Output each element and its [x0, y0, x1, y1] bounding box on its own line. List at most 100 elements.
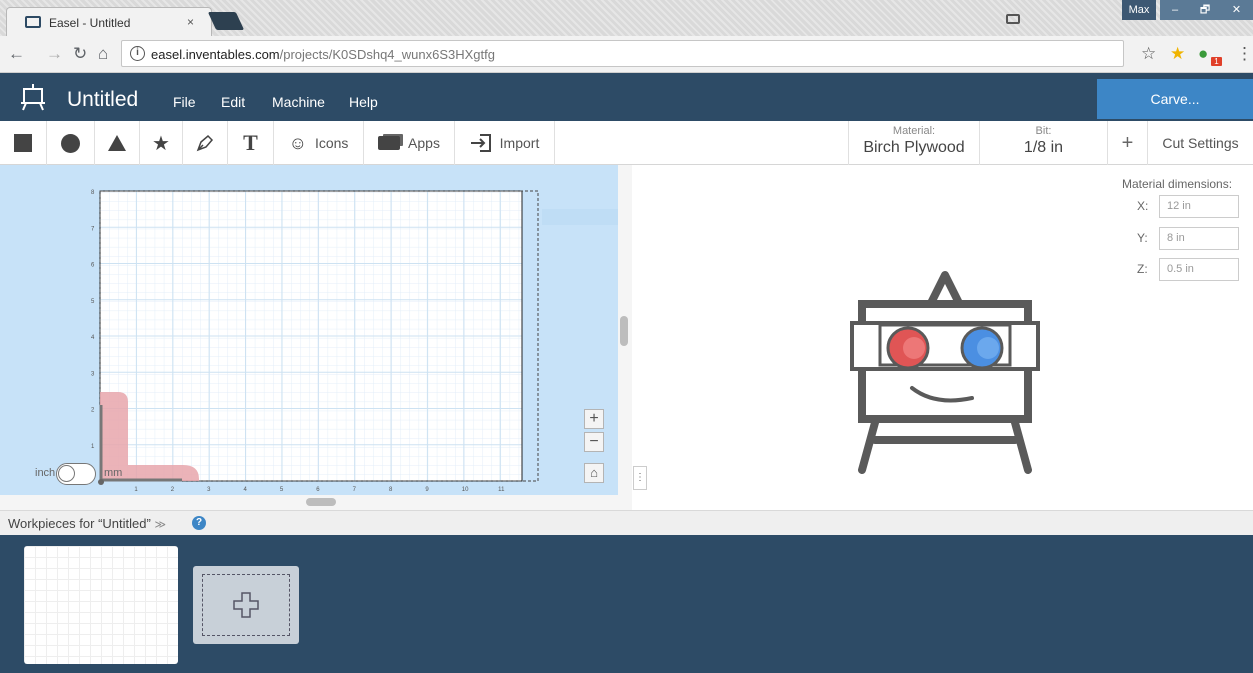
dimension-x-label: X:: [1137, 199, 1149, 213]
extension-star-icon[interactable]: ★: [1170, 44, 1185, 64]
window-user-label[interactable]: Max: [1122, 0, 1156, 20]
zoom-out-button[interactable]: −: [584, 432, 604, 452]
icons-tool[interactable]: ☺ Icons: [274, 121, 364, 165]
address-bar[interactable]: i easel.inventables.com/projects/K0SDshq…: [121, 40, 1124, 67]
x-tick-label: 6: [316, 487, 320, 493]
x-tick-label: 11: [498, 487, 505, 493]
bit-value: 1/8 in: [1023, 139, 1064, 156]
y-tick-label: 8: [91, 190, 95, 196]
circle-tool[interactable]: [47, 121, 95, 165]
home-icon[interactable]: ⌂: [98, 44, 108, 64]
home-view-button[interactable]: ⌂: [584, 463, 604, 483]
brick-icon: [378, 136, 401, 150]
browser-menu-icon[interactable]: ⋮: [1236, 44, 1253, 64]
unit-toggle-knob: [58, 465, 75, 482]
bookmark-star-icon[interactable]: ☆: [1141, 44, 1156, 64]
x-tick-label: 9: [425, 487, 429, 493]
x-tick-label: 10: [462, 487, 469, 493]
pen-icon: [196, 134, 214, 152]
cut-settings-button[interactable]: Cut Settings: [1147, 121, 1253, 165]
add-workpiece-button[interactable]: [193, 566, 299, 644]
easel-mascot-illustration: [850, 271, 1040, 474]
extension-icon[interactable]: ●: [1198, 44, 1208, 64]
y-tick-label: 3: [91, 371, 95, 377]
square-icon: [14, 134, 32, 152]
material-label: Material:: [892, 125, 936, 137]
browser-toolbar: ← → ↻ ⌂ i easel.inventables.com/projects…: [0, 36, 1253, 73]
x-tick-label: 3: [207, 487, 211, 493]
shapes-toolbar: ★ T ☺ Icons Apps Import Material: Birch …: [0, 121, 1253, 165]
close-window-button[interactable]: ✕: [1220, 0, 1253, 20]
triangle-tool[interactable]: [95, 121, 140, 165]
horizontal-scroll-thumb[interactable]: [306, 498, 336, 506]
y-tick-label: 4: [91, 335, 95, 341]
url-text: easel.inventables.com/projects/K0SDshq4_…: [151, 47, 495, 62]
plus-icon: [233, 592, 259, 618]
x-tick-label: 2: [171, 487, 175, 493]
circle-icon: [61, 133, 80, 153]
minimize-button[interactable]: –: [1160, 0, 1190, 20]
menu-file[interactable]: File: [173, 94, 196, 110]
import-icon: [470, 134, 491, 152]
add-workpiece-dashed-frame: [202, 574, 290, 636]
workpieces-title[interactable]: Workpieces for “Untitled” ≫: [8, 516, 166, 531]
icons-label: Icons: [314, 135, 349, 151]
text-icon: T: [243, 130, 258, 155]
y-tick-label: 2: [91, 408, 95, 414]
workpieces-panel: [0, 535, 1253, 673]
x-tick-label: 1: [134, 487, 138, 493]
workpieces-help-icon[interactable]: ?: [192, 516, 206, 530]
dimension-y-input[interactable]: 8 in: [1159, 227, 1239, 250]
bit-label: Bit:: [1035, 125, 1052, 137]
smiley-icon: ☺: [288, 132, 307, 153]
restore-button[interactable]: 🗗: [1190, 0, 1220, 20]
y-tick-label: 5: [91, 299, 95, 305]
easel-logo-icon[interactable]: [20, 83, 46, 111]
dimension-z-input[interactable]: 0.5 in: [1159, 258, 1239, 281]
origin-marker: [98, 479, 104, 485]
app-header: Untitled File Edit Machine Help: [0, 73, 1253, 121]
unit-mm-label: mm: [104, 467, 123, 479]
browser-tab[interactable]: Easel - Untitled ×: [6, 7, 212, 36]
import-tool[interactable]: Import: [455, 121, 555, 165]
material-selector[interactable]: Material: Birch Plywood: [848, 121, 979, 165]
menu-machine[interactable]: Machine: [272, 94, 325, 110]
preview-toggle-handle[interactable]: ⋮: [633, 466, 647, 490]
apps-tool[interactable]: Apps: [364, 121, 455, 165]
tab-close-icon[interactable]: ×: [187, 15, 194, 29]
text-tool[interactable]: T: [228, 121, 274, 165]
reload-icon[interactable]: ↻: [73, 44, 87, 64]
menu-edit[interactable]: Edit: [221, 94, 245, 110]
x-tick-label: 5: [280, 487, 284, 493]
back-arrow-icon[interactable]: ←: [8, 44, 25, 64]
pane-resize-handle[interactable]: [620, 316, 628, 346]
carve-button[interactable]: Carve...: [1097, 79, 1253, 119]
easel-favicon-icon: [25, 16, 41, 28]
star-tool[interactable]: ★: [140, 121, 183, 165]
import-label: Import: [499, 135, 540, 151]
square-tool[interactable]: [0, 121, 47, 165]
cast-icon[interactable]: [1006, 14, 1020, 24]
project-title[interactable]: Untitled: [67, 88, 138, 112]
unit-inch-label: inch: [35, 467, 56, 479]
collapse-chevron-icon[interactable]: ≫: [154, 519, 166, 531]
dimension-x-input[interactable]: 12 in: [1159, 195, 1239, 218]
url-host: easel.inventables.com: [151, 47, 280, 62]
url-path: /projects/K0SDshq4_wunx6S3HXgtfg: [279, 47, 495, 62]
tab-title: Easel - Untitled: [49, 16, 131, 30]
add-bit-button[interactable]: +: [1107, 121, 1147, 165]
menu-help[interactable]: Help: [349, 94, 378, 110]
y-tick-label: 1: [91, 444, 95, 450]
workpieces-title-text: Workpieces for “Untitled”: [8, 516, 151, 531]
workpiece-thumbnail[interactable]: [24, 546, 178, 664]
bit-selector[interactable]: Bit: 1/8 in: [979, 121, 1107, 165]
forward-arrow-icon[interactable]: →: [46, 44, 63, 64]
zoom-in-button[interactable]: +: [584, 409, 604, 429]
workpieces-header: Workpieces for “Untitled” ≫ ?: [0, 510, 1253, 535]
dimension-z-label: Z:: [1137, 262, 1148, 276]
unit-toggle[interactable]: [56, 463, 96, 485]
pen-tool[interactable]: [183, 121, 228, 165]
y-tick-label: 7: [91, 226, 95, 232]
site-info-icon[interactable]: i: [130, 46, 145, 61]
design-grid[interactable]: 8 7 6 5 4 3 2 1 1 2 3 4 5 6 7 8 9 10 11: [0, 165, 618, 495]
